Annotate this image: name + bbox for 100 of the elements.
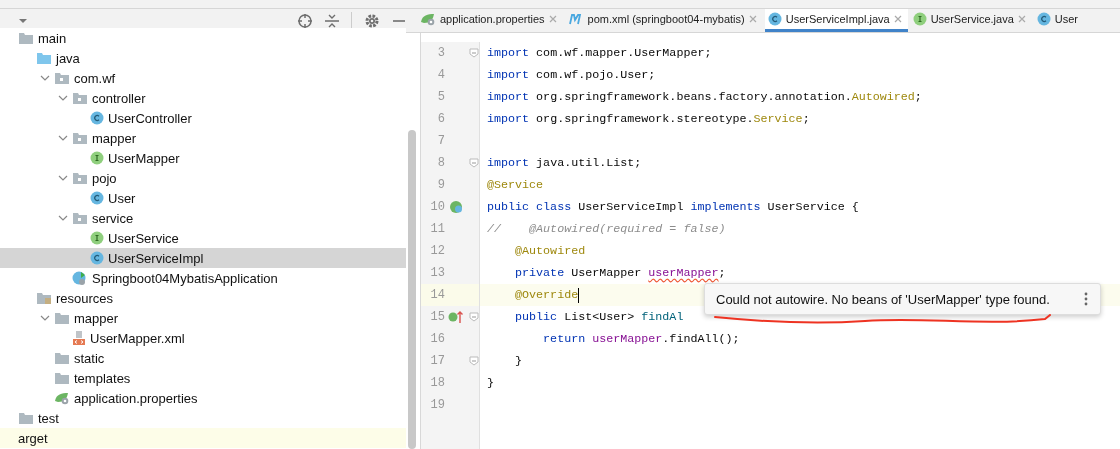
class-icon	[767, 12, 782, 26]
code-line: import com.wf.pojo.User;	[487, 68, 656, 82]
line-number: 16	[429, 332, 445, 346]
package-icon	[72, 91, 88, 105]
code-line: private UserMapper userMapper;	[514, 266, 726, 280]
code-line: import org.springframework.stereotype.Service;	[487, 112, 810, 126]
tree-item[interactable]: pojo	[92, 170, 117, 186]
code-line: public List<User> findAl	[514, 310, 684, 324]
class-icon	[90, 111, 104, 125]
interface-icon	[90, 151, 104, 165]
package-icon	[72, 211, 88, 225]
tree-item[interactable]: UserMapper.xml	[90, 330, 185, 346]
close-icon	[548, 15, 557, 23]
line-number: 4	[436, 68, 445, 82]
fold-marker-icon[interactable]	[469, 312, 479, 322]
tree-item[interactable]: java	[56, 50, 80, 66]
editor-tab[interactable]: User	[1033, 9, 1084, 32]
fold-marker-icon[interactable]	[469, 356, 479, 366]
tree-item[interactable]: UserController	[108, 110, 192, 126]
folder-icon	[54, 311, 70, 325]
code-line: // @Autowired(required = false)	[487, 222, 726, 236]
line-number: 9	[436, 178, 445, 192]
code-line: @Override	[514, 287, 580, 303]
more-options-icon[interactable]	[1084, 292, 1088, 306]
folder-icon	[18, 31, 34, 45]
code-line: import com.wf.mapper.UserMapper;	[487, 46, 712, 60]
package-icon	[54, 71, 70, 85]
leaf-gear-icon	[54, 391, 70, 405]
close-icon	[893, 15, 902, 23]
code-line: import org.springframework.beans.factory.annotation.Autowired;	[487, 90, 922, 104]
tree-item[interactable]: static	[74, 350, 105, 366]
class-icon	[90, 191, 104, 205]
line-number: 18	[429, 376, 445, 390]
m-letter-icon	[567, 12, 584, 26]
tree-item[interactable]: mapper	[74, 310, 119, 326]
line-number: 11	[429, 222, 445, 236]
line-number: 3	[436, 46, 445, 60]
package-icon	[72, 131, 88, 145]
tree-item[interactable]: arget	[18, 430, 48, 446]
tree-item[interactable]: application.properties	[74, 390, 198, 406]
settings-icon[interactable]	[364, 12, 380, 29]
chevron-down-icon[interactable]	[58, 214, 68, 222]
chevron-down-icon[interactable]	[58, 94, 68, 102]
tree-item[interactable]: com.wf	[74, 70, 116, 86]
line-number: 15	[429, 310, 445, 324]
tree-item[interactable]: controller	[92, 90, 146, 106]
line-number: 19	[429, 398, 445, 412]
fold-marker-icon[interactable]	[469, 158, 479, 168]
locate-icon[interactable]	[297, 12, 313, 29]
tree-item[interactable]: mapper	[92, 130, 137, 146]
chevron-down-icon[interactable]	[58, 174, 68, 182]
chevron-down-icon[interactable]	[40, 314, 50, 322]
class-icon	[1036, 12, 1051, 26]
fold-marker-icon[interactable]	[469, 48, 479, 58]
tree-item[interactable]: templates	[74, 370, 131, 386]
folder-icon	[54, 371, 70, 385]
tree-item[interactable]: service	[92, 210, 134, 226]
chevron-down-icon[interactable]	[58, 134, 68, 142]
resources-folder-icon	[36, 291, 52, 305]
tree-item: UserServiceImpl	[0, 248, 406, 268]
code-line: @Autowired	[514, 244, 586, 258]
chevron-down-icon[interactable]	[40, 74, 50, 82]
line-number: 13	[429, 266, 445, 280]
code-line: public class UserServiceImpl implements UserService {	[487, 200, 859, 214]
tree-item[interactable]: Springboot04MybatisApplication	[92, 270, 278, 286]
tree-item[interactable]: test	[38, 410, 59, 426]
code-line: @Service	[487, 178, 544, 192]
tree-item[interactable]: User	[108, 190, 136, 206]
implements-up-arrow-icon	[448, 310, 464, 324]
close-icon	[748, 15, 757, 23]
leaf-gear-icon	[420, 12, 436, 26]
collapse-all-icon[interactable]	[325, 12, 339, 29]
folder-icon	[18, 411, 34, 425]
class-run-icon	[72, 270, 88, 286]
editor-tab[interactable]: application.properties	[417, 9, 563, 32]
interface-icon	[912, 12, 927, 26]
line-number: 17	[429, 354, 445, 368]
editor-tab[interactable]: pom.xml (springboot04-mybatis)	[564, 9, 763, 32]
line-number: 10	[429, 200, 445, 214]
scrollbar[interactable]	[408, 130, 416, 449]
xml-file-icon	[72, 330, 86, 346]
tooltip-message: Could not autowire. No beans of 'UserMapper' type found.	[716, 291, 1050, 307]
code-line: import java.util.List;	[487, 156, 642, 170]
dropdown-caret-icon[interactable]	[18, 17, 28, 24]
tree-item[interactable]: resources	[56, 290, 114, 306]
tree-item[interactable]: UserService	[108, 230, 179, 246]
tree-item[interactable]: main	[38, 30, 67, 46]
package-icon	[72, 171, 88, 185]
line-number: 5	[436, 90, 445, 104]
editor-tab[interactable]: UserServiceImpl.java	[764, 9, 908, 32]
line-number: 12	[429, 244, 445, 258]
line-number: 14	[429, 288, 445, 302]
class-icon	[90, 251, 104, 265]
code-line: }	[514, 354, 523, 368]
line-number: 6	[436, 112, 445, 126]
tree-item[interactable]: UserMapper	[108, 150, 180, 166]
editor-tab[interactable]: UserService.java	[909, 9, 1032, 32]
code-line: return userMapper.findAll();	[542, 332, 740, 346]
code-line: }	[487, 376, 494, 390]
close-icon	[1017, 15, 1026, 23]
